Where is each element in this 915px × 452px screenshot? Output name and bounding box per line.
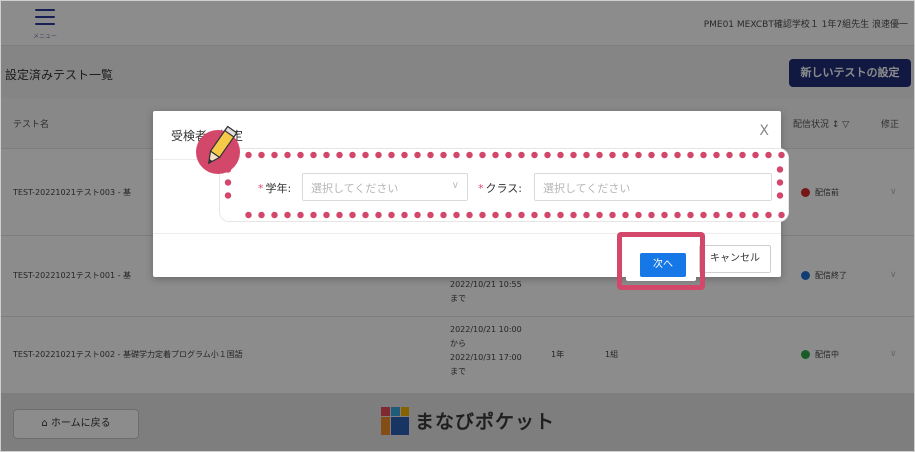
next-button-highlight: 次へ (617, 232, 705, 290)
close-icon[interactable]: X (759, 123, 769, 139)
pencil-icon (196, 125, 240, 174)
dotted-border (242, 151, 786, 159)
highlighted-form-panel: * 学年: 選択してください ∨ * クラス: 選択してください (219, 148, 789, 222)
grade-label: * 学年: (258, 180, 291, 196)
dotted-border (776, 163, 784, 203)
class-select[interactable]: 選択してください (534, 173, 772, 201)
class-placeholder: 選択してください (543, 182, 631, 195)
class-label: * クラス: (478, 180, 522, 196)
grade-placeholder: 選択してください (311, 182, 399, 195)
dotted-border (242, 211, 786, 219)
required-mark: * (258, 182, 264, 195)
class-label-text: クラス: (485, 182, 523, 195)
chevron-down-icon: ∨ (451, 180, 459, 191)
cancel-button[interactable]: キャンセル (699, 245, 771, 273)
grade-label-text: 学年: (265, 182, 292, 195)
next-button[interactable]: 次へ (640, 253, 686, 277)
required-mark: * (478, 182, 484, 195)
grade-select[interactable]: 選択してください ∨ (302, 173, 468, 201)
app-frame: メニュー PME01 MEXCBT確認学校１ 1年7組先生 浪速優一 設定済みテ… (0, 0, 915, 452)
highlight-inner: 次へ (626, 241, 696, 281)
